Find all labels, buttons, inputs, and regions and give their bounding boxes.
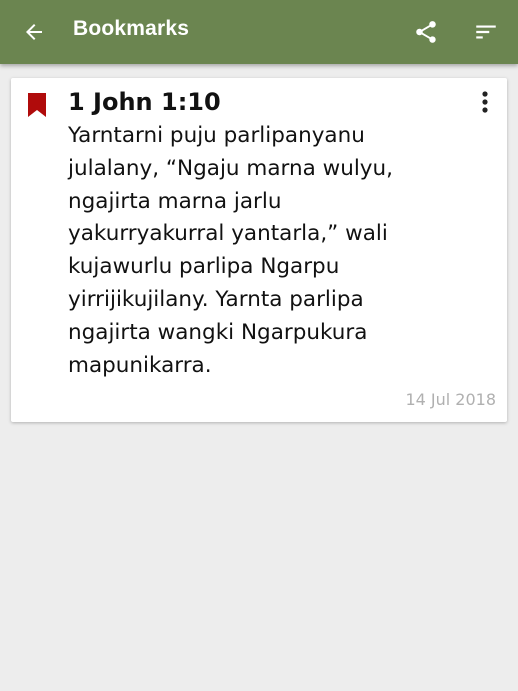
bookmark-date: 14 Jul 2018	[405, 390, 496, 409]
bookmark-menu-button[interactable]	[473, 88, 497, 116]
page-title: Bookmarks	[73, 17, 190, 40]
sort-icon	[476, 25, 496, 39]
bookmark-reference: 1 John 1:10	[68, 88, 221, 116]
more-vert-icon	[482, 91, 488, 113]
arrow-back-icon	[26, 24, 42, 40]
bookmark-verse-text: Yarntarni puju parlipanyanu julalany, “N…	[68, 123, 393, 378]
app-bar: Bookmarks	[0, 0, 518, 64]
sort-button[interactable]	[466, 12, 506, 52]
share-icon	[416, 21, 436, 43]
share-button[interactable]	[406, 12, 446, 52]
back-button[interactable]	[14, 12, 54, 52]
bookmark-card[interactable]: 1 John 1:10 Yarntarni puju parlipanyanu …	[11, 78, 507, 422]
bookmark-icon	[28, 93, 46, 117]
